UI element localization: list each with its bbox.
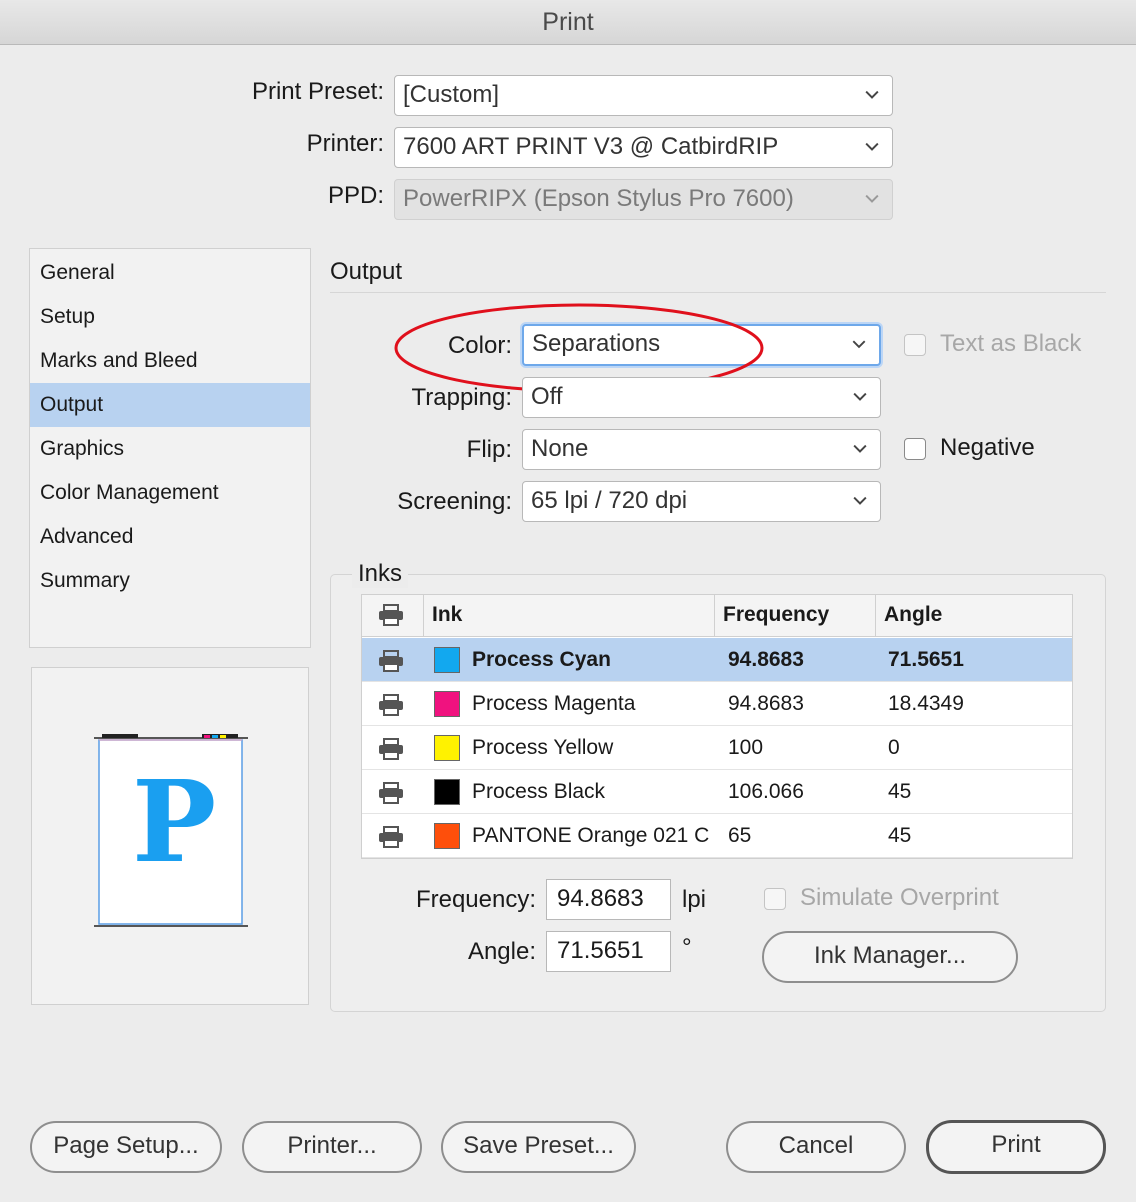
angle-label: Angle: xyxy=(467,938,536,965)
ink-frequency: 65 xyxy=(728,824,752,847)
sidebar-item-output[interactable]: Output xyxy=(30,383,310,427)
printer-icon[interactable] xyxy=(378,782,404,804)
print-preset-label: Print Preset: xyxy=(251,78,384,105)
ink-name: Process Yellow xyxy=(472,736,614,759)
ink-row[interactable]: Process Yellow 100 0 xyxy=(362,726,1072,770)
ppd-value: PowerRIPX (Epson Stylus Pro 7600) xyxy=(403,185,794,212)
sidebar-item-color-management[interactable]: Color Management xyxy=(30,471,310,515)
print-preset-select[interactable]: [Custom] xyxy=(394,75,893,116)
output-divider xyxy=(330,292,1106,293)
screening-label: Screening: xyxy=(397,488,512,515)
text-as-black-checkbox[interactable] xyxy=(904,334,926,356)
window-title: Print xyxy=(0,0,1136,45)
frequency-input[interactable]: 94.8683 xyxy=(546,879,671,920)
sidebar-item-marks-and-bleed[interactable]: Marks and Bleed xyxy=(30,339,310,383)
chevron-down-icon xyxy=(865,142,879,151)
printer-icon[interactable] xyxy=(378,694,404,716)
ink-swatch xyxy=(434,779,460,805)
chevron-down-icon xyxy=(865,90,879,99)
ppd-label: PPD: xyxy=(327,182,384,209)
frequency-column-header[interactable]: Frequency xyxy=(715,595,876,637)
ink-name: PANTONE Orange 021 C xyxy=(472,824,710,847)
printer-button[interactable]: Printer... xyxy=(242,1121,422,1173)
printer-select[interactable]: 7600 ART PRINT V3 @ CatbirdRIP xyxy=(394,127,893,168)
ink-swatch xyxy=(434,647,460,673)
ink-frequency: 100 xyxy=(728,736,764,759)
ink-swatch xyxy=(434,691,460,717)
print-preset-value: [Custom] xyxy=(403,81,500,108)
sidebar-item-advanced[interactable]: Advanced xyxy=(30,515,310,559)
ink-frequency: 94.8683 xyxy=(728,692,804,715)
ink-name: Process Magenta xyxy=(472,692,636,715)
ink-row[interactable]: Process Magenta 94.8683 18.4349 xyxy=(362,682,1072,726)
ink-column-header[interactable]: Ink xyxy=(424,595,715,637)
page-setup-button[interactable]: Page Setup... xyxy=(30,1121,222,1173)
frequency-label: Frequency: xyxy=(415,886,536,913)
ink-frequency: 94.8683 xyxy=(728,648,804,671)
printer-value: 7600 ART PRINT V3 @ CatbirdRIP xyxy=(403,133,779,160)
text-as-black-label: Text as Black xyxy=(940,330,1082,357)
ink-angle: 71.5651 xyxy=(888,648,964,671)
ppd-select: PowerRIPX (Epson Stylus Pro 7600) xyxy=(394,179,893,220)
angle-column-header[interactable]: Angle xyxy=(876,595,1072,637)
ink-frequency: 106.066 xyxy=(728,780,804,803)
chevron-down-icon xyxy=(865,194,879,203)
preview-letter: P xyxy=(132,757,217,888)
sidebar-item-general[interactable]: General xyxy=(30,251,310,295)
printer-icon[interactable] xyxy=(378,738,404,760)
printer-icon xyxy=(379,604,403,626)
simulate-overprint-label: Simulate Overprint xyxy=(800,884,999,911)
flip-label: Flip: xyxy=(466,436,512,463)
ink-name: Process Cyan xyxy=(472,648,611,671)
angle-unit: ° xyxy=(682,934,692,961)
ink-row[interactable]: Process Cyan 94.8683 71.5651 xyxy=(362,638,1072,682)
page-preview: P xyxy=(31,667,309,1005)
chevron-down-icon xyxy=(853,496,867,505)
ink-name: Process Black xyxy=(472,780,606,803)
sidebar-item-graphics[interactable]: Graphics xyxy=(30,427,310,471)
chevron-down-icon xyxy=(853,392,867,401)
frequency-unit: lpi xyxy=(682,886,707,913)
screening-value: 65 lpi / 720 dpi xyxy=(531,487,688,514)
flip-value: None xyxy=(531,435,589,462)
chevron-down-icon xyxy=(853,444,867,453)
negative-label: Negative xyxy=(940,434,1035,461)
sidebar-item-setup[interactable]: Setup xyxy=(30,295,310,339)
trapping-select[interactable]: Off xyxy=(522,377,881,418)
inks-table: Ink Frequency Angle Process Cyan 94.8683… xyxy=(361,594,1073,859)
ink-angle: 18.4349 xyxy=(888,692,964,715)
angle-input[interactable]: 71.5651 xyxy=(546,931,671,972)
printer-icon[interactable] xyxy=(378,650,404,672)
ink-swatch xyxy=(434,735,460,761)
chevron-down-icon xyxy=(852,340,866,349)
ink-angle: 45 xyxy=(888,780,912,803)
simulate-overprint-checkbox[interactable] xyxy=(764,888,786,910)
printer-label: Printer: xyxy=(306,130,384,157)
save-preset-button[interactable]: Save Preset... xyxy=(441,1121,636,1173)
trapping-label: Trapping: xyxy=(411,384,513,411)
sidebar: General Setup Marks and Bleed Output Gra… xyxy=(29,248,311,648)
inks-heading: Inks xyxy=(352,560,409,588)
negative-checkbox[interactable] xyxy=(904,438,926,460)
ink-row[interactable]: Process Black 106.066 45 xyxy=(362,770,1072,814)
sidebar-item-summary[interactable]: Summary xyxy=(30,559,310,603)
trapping-value: Off xyxy=(531,383,563,410)
ink-row[interactable]: PANTONE Orange 021 C 65 45 xyxy=(362,814,1072,858)
flip-select[interactable]: None xyxy=(522,429,881,470)
ink-angle: 0 xyxy=(888,736,900,759)
printer-icon[interactable] xyxy=(378,826,404,848)
ink-manager-button[interactable]: Ink Manager... xyxy=(762,931,1018,983)
ink-swatch xyxy=(434,823,460,849)
ink-angle: 45 xyxy=(888,824,912,847)
cancel-button[interactable]: Cancel xyxy=(726,1121,906,1173)
print-column-header xyxy=(362,595,424,637)
output-heading: Output xyxy=(330,258,403,285)
print-button[interactable]: Print xyxy=(926,1120,1106,1174)
screening-select[interactable]: 65 lpi / 720 dpi xyxy=(522,481,881,522)
